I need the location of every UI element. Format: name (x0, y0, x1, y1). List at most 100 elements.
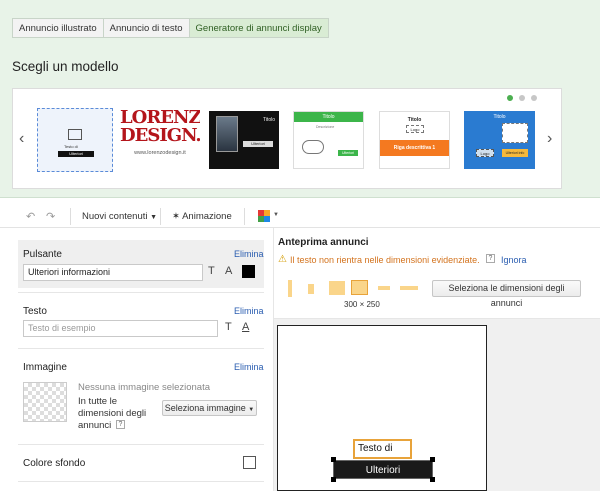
thumb-title: Titolo (493, 114, 506, 120)
ignore-link[interactable]: Ignora (501, 255, 527, 265)
tab-annuncio-illustrato[interactable]: Annuncio illustrato (12, 18, 103, 38)
palette-icon[interactable] (258, 210, 270, 222)
page-dot-2[interactable] (519, 95, 525, 101)
all-sizes-line1: In tutte le (78, 396, 118, 407)
warning-text: Il testo non rientra nelle dimensioni ev… (290, 255, 480, 265)
image-placeholder-icon (68, 129, 82, 140)
resize-handle[interactable] (331, 457, 336, 462)
thumb-title: Titolo (262, 117, 275, 123)
toolbar-divider (160, 208, 161, 225)
pulsante-text-input[interactable]: Ulteriori informazioni (23, 264, 203, 281)
select-sizes-button[interactable]: Seleziona le dimensioni degli annunci (432, 280, 581, 308)
size-tile-300x250[interactable] (351, 280, 368, 295)
testo-input[interactable]: Testo di esempio (23, 320, 218, 337)
thumb-band: Riga descrittiva 1 (380, 140, 449, 156)
redo-icon[interactable]: ↷ (46, 210, 55, 223)
size-tile-leaderboard[interactable] (400, 286, 418, 290)
ad-text-element[interactable]: Testo di (353, 439, 412, 459)
select-image-label: Seleziona immagine (164, 403, 246, 413)
new-content-label: Nuovi contenuti (82, 211, 148, 222)
help-icon[interactable]: ? (116, 420, 125, 429)
thumb-logo: Logo (406, 125, 424, 133)
warning-icon: ⚠ (278, 254, 287, 265)
preview-panel: Anteprima annunci ⚠ Il testo non rientra… (273, 228, 600, 491)
chevron-down-icon: ▼ (150, 214, 158, 221)
all-sizes-line2: dimensioni degli (78, 408, 147, 419)
size-tile-skyscraper[interactable] (288, 280, 292, 297)
animation-star-icon: ✶ (172, 211, 180, 222)
ad-button-element[interactable]: Ulteriori (333, 460, 433, 479)
chevron-down-icon: ▼ (248, 407, 255, 413)
page-dot-3[interactable] (531, 95, 537, 101)
pulsante-title: Pulsante (23, 249, 62, 260)
thumb-button: Ulteriori (58, 151, 94, 157)
template-carousel: ‹ › Testo di Ulteriori LORENZO DESIGN.IT… (12, 88, 562, 189)
pulsante-delete-link[interactable]: Elimina (234, 249, 264, 259)
template-thumb-1[interactable]: Testo di Ulteriori (37, 108, 113, 172)
preview-title: Anteprima annunci (278, 237, 369, 248)
thumb-button: Ulteriori (243, 141, 273, 147)
new-content-menu[interactable]: Nuovi contenuti ▼ (82, 211, 157, 222)
animation-button[interactable]: ✶ Animazione (172, 211, 232, 222)
text-style-icon[interactable]: T (208, 265, 215, 277)
divider (18, 481, 264, 482)
template-thumb-4[interactable]: Titolo Descrizione Ulteriori (293, 111, 364, 169)
thumb-brand-line2: DESIGN.IT (120, 125, 200, 146)
ad-preview-canvas: Testo di Ulteriori (277, 325, 487, 491)
template-thumb-3[interactable]: Titolo Ulteriori (209, 111, 279, 169)
testo-delete-link[interactable]: Elimina (234, 306, 264, 316)
font-color-icon[interactable]: A (242, 321, 249, 333)
font-icon[interactable]: A (225, 265, 232, 277)
template-thumb-5[interactable]: Titolo Logo Riga descrittiva 1 (379, 111, 450, 169)
template-thumb-6[interactable]: Titolo Logo Ulteriori info (464, 111, 535, 169)
undo-icon[interactable]: ↶ (26, 210, 35, 223)
page-dot-1[interactable] (507, 95, 513, 101)
all-sizes-line3: annunci (78, 420, 112, 431)
text-style-icon[interactable]: T (225, 321, 232, 333)
chevron-down-icon[interactable]: ▼ (273, 212, 279, 218)
thumb-url: www.lorenzodesign.it (134, 150, 186, 156)
toolbar-divider (70, 208, 71, 225)
thumb-title: Titolo (294, 112, 363, 122)
size-tile-leaderboard-small[interactable] (378, 286, 390, 290)
testo-title: Testo (23, 306, 47, 317)
resize-handle[interactable] (430, 477, 435, 482)
immagine-title: Immagine (23, 362, 67, 373)
mouse-image (302, 140, 324, 154)
phone-image (216, 116, 238, 152)
divider (18, 444, 264, 445)
tab-annuncio-di-testo[interactable]: Annuncio di testo (102, 18, 189, 38)
help-icon[interactable]: ? (486, 254, 495, 263)
thumb-image-placeholder (502, 123, 528, 143)
background-color-swatch[interactable] (243, 456, 256, 469)
chevron-right-icon[interactable]: › (547, 130, 552, 148)
thumb-caption: Testo di (64, 144, 78, 149)
immagine-delete-link[interactable]: Elimina (234, 362, 264, 372)
colore-sfondo-title: Colore sfondo (23, 458, 86, 469)
ad-type-tabs: Annuncio illustrato Annuncio di testo Ge… (12, 18, 329, 38)
toolbar-divider (244, 208, 245, 225)
page-heading: Scegli un modello (12, 59, 119, 74)
thumb-button: Ulteriori (338, 150, 358, 156)
select-image-button[interactable]: Seleziona immagine ▼ (162, 400, 257, 416)
chevron-left-icon[interactable]: ‹ (19, 130, 24, 148)
editor-toolbar: ↶ ↷ Nuovi contenuti ▼ ✶ Animazione ▼ (0, 204, 600, 228)
size-tile-small[interactable] (308, 284, 314, 294)
animation-label: Animazione (182, 211, 232, 222)
resize-handle[interactable] (430, 457, 435, 462)
thumb-logo: Logo (476, 149, 494, 157)
color-swatch[interactable] (242, 265, 255, 278)
template-thumb-2[interactable]: LORENZO DESIGN.IT www.lorenzodesign.it (120, 109, 200, 171)
divider (18, 292, 264, 293)
tab-generatore-annunci-display[interactable]: Generatore di annunci display (188, 18, 329, 38)
divider (18, 348, 264, 349)
selected-size-label: 300 × 250 (344, 300, 380, 309)
element-properties: Pulsante Elimina Ulteriori informazioni … (18, 236, 264, 491)
thumb-button: Ulteriori info (502, 149, 528, 157)
image-thumbnail-placeholder (23, 382, 67, 422)
size-tile-square[interactable] (329, 281, 345, 295)
thumb-subtitle: Descrizione (316, 125, 335, 129)
no-image-text: Nessuna immagine selezionata (78, 382, 211, 393)
thumb-title: Titolo (407, 117, 422, 123)
resize-handle[interactable] (331, 477, 336, 482)
